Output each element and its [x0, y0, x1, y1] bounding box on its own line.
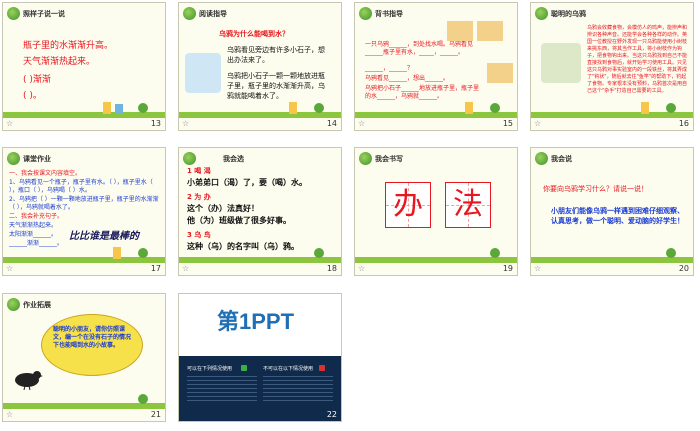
exercise-line: 2、乌鸦把（ ）一颗一颗地放进瓶子里，瓶子里的水渐渐（ ），乌鸦就喝着水了。	[9, 196, 159, 211]
grass-decoration-icon	[3, 394, 165, 409]
star-icon: ☆	[6, 264, 14, 273]
story-paragraph: 乌鸦会收藏食物，会模仿人的鸣声，能辨声和辨识各种声音。还能学会各种各样的动作。英…	[587, 25, 688, 94]
slide-logo-icon	[359, 7, 372, 20]
slide-logo-icon	[7, 298, 20, 311]
grass-decoration-icon	[531, 102, 693, 118]
picture-icon	[487, 63, 513, 83]
crow-icon	[15, 371, 43, 390]
slide-logo-icon	[7, 7, 20, 20]
slide-14[interactable]: 阅读指导 乌鸦为什么能喝到水？ 乌鸦看见旁边有许多小石子，想出办法来了。 乌鸦把…	[178, 2, 342, 131]
grass-decoration-icon	[355, 248, 517, 263]
exercise-line: 太阳渐渐______。	[9, 231, 58, 238]
slide-logo-icon	[7, 152, 20, 165]
slide-logo-icon	[535, 152, 548, 165]
star-icon: ☆	[358, 264, 366, 273]
star-icon: ☆	[182, 264, 190, 273]
slide-15[interactable]: 背书指导 一只乌鸦______，到处找水喝。乌鸦看见______瓶子里有水，__…	[354, 2, 518, 131]
crow-illustration-icon	[541, 43, 581, 83]
slide-title: 课堂作业	[23, 155, 51, 163]
grass-decoration-icon	[179, 102, 341, 118]
grass-decoration-icon	[531, 248, 693, 263]
sentence-line: 天气渐渐热起来。	[23, 57, 96, 67]
choice-pair: 1 喝 渴	[187, 167, 211, 175]
reading-paragraph: 乌鸦看见旁边有许多小石子，想出办法来了。	[227, 46, 325, 64]
recite-line: 乌鸦看见______，想出______。	[365, 75, 450, 82]
slide-number: 15	[502, 119, 513, 128]
exercise-line: 天气渐渐热起来。	[9, 222, 58, 229]
slide-title: 我会说	[551, 155, 572, 163]
grass-decoration-icon	[3, 102, 165, 118]
slide-number: 17	[150, 264, 161, 273]
slide-title: 我会书写	[375, 155, 403, 163]
usage-list	[263, 376, 333, 404]
grass-decoration-icon	[3, 247, 165, 263]
slide-number: 16	[678, 119, 689, 128]
discussion-answer: 小朋友们能像乌鸦一样遇到困难仔细观察、认真思考，做一个聪明、爱动脑的好学生！	[551, 207, 684, 225]
choice-pair: 2 为 办	[187, 193, 211, 201]
slide-number: 19	[502, 264, 513, 273]
picture-icon	[447, 21, 473, 41]
slide-number: 21	[150, 410, 161, 419]
picture-icon	[477, 21, 503, 41]
reading-paragraph: 乌鸦把小石子一颗一颗地放进瓶子里，瓶子里的水渐渐升高，乌鸦就能喝着水了。	[227, 72, 325, 100]
choice-pair: 3 乌 鸟	[187, 231, 211, 239]
exercise-line: 一、我会按课文内容填空。	[9, 170, 82, 177]
slide-13[interactable]: 照样子说一说 瓶子里的水渐渐升高。 天气渐渐热起来。 ( )渐渐 ( )。 ☆ …	[2, 2, 166, 131]
slide-16[interactable]: 聪明的乌鸦 乌鸦会收藏食物，会模仿人的鸣声，能辨声和辨识各种声音。还能学会各种各…	[530, 2, 694, 131]
grass-decoration-icon	[355, 102, 517, 118]
sentence-line: 瓶子里的水渐渐升高。	[23, 41, 114, 51]
slide-title: 聪明的乌鸦	[551, 10, 586, 18]
slide-22[interactable]: 第1PPT 可以在下列情况使用 不可以在以下情况使用 22	[178, 293, 342, 422]
slide-19[interactable]: 我会书写 办 法 ☆ 19	[354, 147, 518, 276]
homework-text: 聪明的小朋友，请你仿照课文，编一个在没有石子的情况下也能喝到水的小故事。	[53, 326, 132, 349]
recite-line: ______，______？	[365, 65, 414, 72]
exercise-line: 1、乌鸦看见一个瓶子，瓶子里有水。（ ），瓶子里水（ ），瓶口（ ），乌鸦喝（ …	[9, 179, 153, 194]
grass-decoration-icon	[179, 248, 341, 263]
slide-logo-icon	[359, 152, 372, 165]
cross-icon	[319, 365, 325, 371]
brand-logo: 第1PPT	[217, 309, 295, 334]
star-icon: ☆	[358, 119, 366, 128]
usage-list	[187, 376, 257, 404]
writing-character: 法	[445, 182, 491, 228]
star-icon: ☆	[6, 410, 14, 419]
slide-logo-icon	[535, 7, 548, 20]
slide-number: 13	[150, 119, 161, 128]
slide-logo-icon	[183, 152, 196, 165]
slide-title: 背书指导	[375, 10, 403, 18]
choice-answer: 他（为）班级做了很多好事。	[187, 216, 291, 225]
star-icon: ☆	[534, 264, 542, 273]
slide-title: 作业拓展	[23, 301, 51, 309]
slide-title: 照样子说一说	[23, 10, 65, 18]
slide-17[interactable]: 课堂作业 一、我会按课文内容填空。 1、乌鸦看见一个瓶子，瓶子里有水。（ ），瓶…	[2, 147, 166, 276]
slide-number: 22	[326, 410, 337, 419]
star-icon: ☆	[6, 119, 14, 128]
usage-caption: 可以在下列情况使用	[187, 366, 233, 372]
crow-illustration-icon	[185, 53, 221, 93]
slide-number: 20	[678, 264, 689, 273]
star-icon: ☆	[534, 119, 542, 128]
recite-line: 一只乌鸦______，到处找水喝。乌鸦看见______瓶子里有水，_____，_…	[365, 41, 474, 56]
slide-number: 18	[326, 264, 337, 273]
slide-logo-icon	[183, 7, 196, 20]
slide-title: 阅读指导	[199, 10, 227, 18]
choice-answer: 小弟弟口（渴）了，要（喝）水。	[187, 178, 307, 187]
check-icon	[241, 365, 247, 371]
slide-title: 我会选	[223, 155, 244, 163]
reading-question: 乌鸦为什么能喝到水？	[219, 30, 289, 38]
star-icon: ☆	[182, 119, 190, 128]
slide-18[interactable]: 我会选 1 喝 渴 小弟弟口（渴）了，要（喝）水。 2 为 办 这个（办）法真好…	[178, 147, 342, 276]
recite-line: 乌鸦把小石子______地放进瓶子里，瓶子里的水______，乌鸦就______…	[365, 85, 480, 100]
slide-number: 14	[326, 119, 337, 128]
sentence-line: ( )渐渐	[23, 75, 51, 85]
discussion-question: 你要向乌鸦学习什么？请说一说！	[543, 185, 648, 193]
exercise-line: 二、我会补充句子。	[9, 213, 64, 220]
choice-answer: 这个（办）法真好！	[187, 204, 259, 213]
slide-21[interactable]: 作业拓展 聪明的小朋友，请你仿照课文，编一个在没有石子的情况下也能喝到水的小故事…	[2, 293, 166, 422]
writing-character: 办	[385, 182, 431, 228]
slide-20[interactable]: 我会说 你要向乌鸦学习什么？请说一说！ 小朋友们能像乌鸦一样遇到困难仔细观察、认…	[530, 147, 694, 276]
usage-caption: 不可以在以下情况使用	[263, 366, 314, 372]
handwriting-banner: 比比谁是最棒的	[69, 231, 139, 242]
